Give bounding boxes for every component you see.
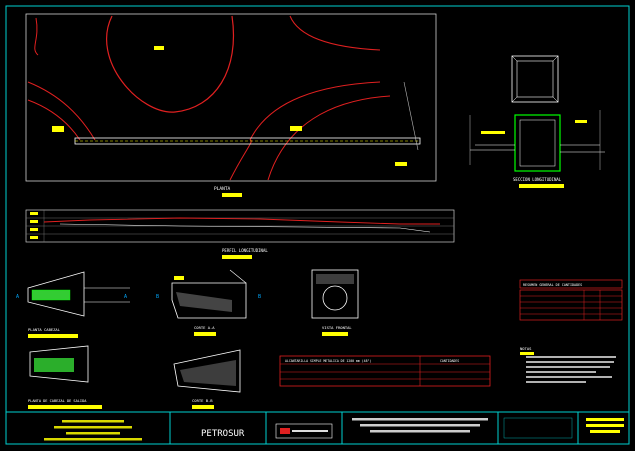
tb-sheet-3 xyxy=(590,430,620,433)
tb-line-2 xyxy=(54,426,132,429)
tb-sheet-2 xyxy=(586,424,624,427)
section-tag xyxy=(481,131,505,134)
seccion-label-bar xyxy=(519,184,564,188)
tb-sheet-1 xyxy=(586,418,624,421)
tb-project-line-2 xyxy=(360,424,480,427)
cut-marker-right: A xyxy=(124,294,127,300)
planta-label: PLANTA xyxy=(214,186,231,192)
logo-line xyxy=(292,430,328,432)
plan-tag-center xyxy=(290,126,302,131)
logo-mark xyxy=(280,428,290,434)
planta-cabezal-2-label: PLANTA DE CABEZAL DE SALIDA xyxy=(28,399,87,403)
frontal-hatch xyxy=(316,274,354,284)
seccion-label: SECCION LONGITUDINAL xyxy=(513,177,562,182)
alcantarilla-title: ALCANTARILLA SIMPLE METALICA DE 1200 mm … xyxy=(285,359,371,363)
section-tag-2 xyxy=(575,120,587,123)
cantidades-title: CANTIDADES xyxy=(440,359,459,363)
corte-a-bar xyxy=(194,332,216,336)
resumen-title: RESUMEN GENERAL DE CANTIDADES xyxy=(523,283,582,287)
note-line-2 xyxy=(526,361,614,363)
note-line-1 xyxy=(526,356,616,358)
note-line-5 xyxy=(526,376,612,378)
vista-frontal-bar xyxy=(322,332,348,336)
planta-cabezal-label: PLANTA CABEZAL xyxy=(28,327,61,332)
profile-tag-1 xyxy=(30,212,38,215)
perfil-label-bar xyxy=(222,255,252,259)
profile-tag-2 xyxy=(30,220,38,223)
planta-cabezal-bar xyxy=(28,334,78,338)
notes-title: NOTAS xyxy=(520,346,532,351)
cut-marker-b-left: B xyxy=(156,294,159,300)
planta-label-bar xyxy=(222,193,242,197)
tb-project-line-1 xyxy=(352,418,488,421)
cad-drawing-canvas[interactable]: PLANTA SECCION LONGITUDINAL PERFIL LONGI… xyxy=(0,0,635,451)
cabezal-hatch xyxy=(31,289,71,301)
corte-b-bar xyxy=(192,405,214,409)
corte-a-tag xyxy=(174,276,184,280)
corte-b-label: CORTE B-B xyxy=(192,398,213,403)
profile-tag-4 xyxy=(30,236,38,239)
notes-title-bar xyxy=(520,352,534,355)
company-logo: PETROSUR xyxy=(201,429,245,439)
planta-cabezal-2-bar xyxy=(28,405,102,409)
plan-tag-left xyxy=(52,126,64,132)
cabezal2-hatch xyxy=(34,358,74,372)
canvas-background xyxy=(0,0,635,451)
tb-line-1 xyxy=(62,420,124,423)
tb-line-4 xyxy=(44,438,142,441)
tb-project-line-3 xyxy=(370,430,470,433)
note-line-3 xyxy=(526,366,610,368)
cut-marker-b-right: B xyxy=(258,294,261,300)
profile-tag-3 xyxy=(30,228,38,231)
vista-frontal-label: VISTA FRONTAL xyxy=(322,325,352,330)
corte-a-label: CORTE A-A xyxy=(194,325,215,330)
perfil-label: PERFIL LONGITUDINAL xyxy=(222,248,268,253)
plan-tag-roundabout xyxy=(154,46,164,50)
note-line-4 xyxy=(526,371,596,373)
plan-tag-right xyxy=(395,162,407,166)
tb-line-3 xyxy=(66,432,120,435)
cut-marker-left: A xyxy=(16,294,19,300)
note-line-6 xyxy=(526,381,586,383)
